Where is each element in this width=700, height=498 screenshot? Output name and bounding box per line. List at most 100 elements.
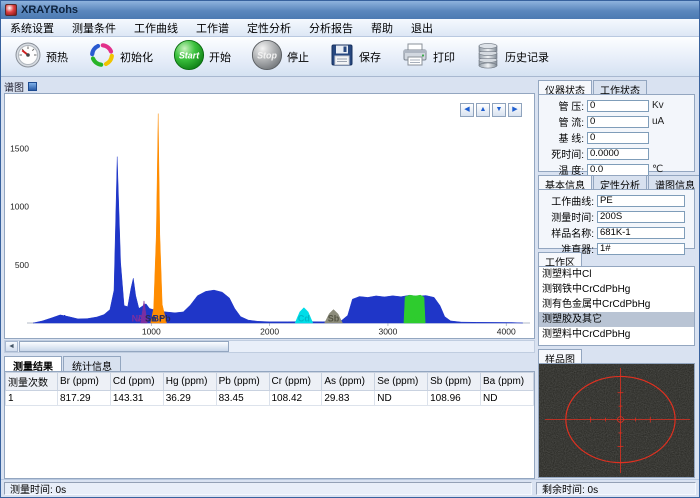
stop-label: 停止 [287, 49, 309, 65]
save-label: 保存 [359, 49, 381, 65]
sample-image [538, 363, 695, 478]
tab-instrument-status-0[interactable]: 仪器状态 [538, 80, 592, 94]
chart-nav-button-3[interactable]: ▶ [508, 103, 522, 117]
table-cell: 83.45 [216, 391, 269, 406]
status-remaining-time: 剩余时间: 0s [536, 482, 696, 495]
table-cell: 29.83 [322, 391, 375, 406]
info-field-row-0: 工作曲线: [542, 193, 691, 208]
info-field-row-2: 样品名称: [542, 225, 691, 240]
scroll-left-icon[interactable]: ◄ [5, 341, 18, 352]
menu-item-0[interactable]: 系统设置 [1, 19, 63, 36]
save-icon [329, 42, 355, 71]
app-window: XRAYRohs 系统设置测量条件工作曲线工作谱定性分析分析报告帮助退出 预热 … [0, 0, 700, 498]
svg-text:1500: 1500 [10, 144, 29, 154]
print-icon [401, 42, 429, 68]
init-label: 初始化 [120, 49, 153, 65]
table-row-0[interactable]: 1817.29143.3136.2983.45108.4229.83ND108.… [6, 391, 534, 406]
workspace-item-3[interactable]: 测塑胶及其它 [539, 312, 694, 327]
tab-results-1[interactable]: 统计信息 [63, 356, 121, 371]
status-field-input-2[interactable] [587, 132, 649, 144]
window-title: XRAYRohs [21, 4, 78, 16]
start-icon: Start [173, 39, 205, 74]
chart-mini-icon [28, 82, 37, 91]
svg-text:3000: 3000 [378, 327, 397, 337]
save-button[interactable]: 保存 [324, 39, 386, 74]
status-field-input-0[interactable] [587, 100, 649, 112]
svg-text:500: 500 [15, 260, 29, 270]
menu-item-1[interactable]: 测量条件 [63, 19, 125, 36]
results-table-wrap: 测量次数Br (ppm)Cd (ppm)Hg (ppm)Pb (ppm)Cr (… [4, 371, 535, 479]
preheat-button[interactable]: 预热 [9, 38, 73, 75]
toolbar: 预热 初始化 Start开始 Stop停止 保存 打印 历史记 [1, 37, 699, 77]
print-button[interactable]: 打印 [396, 39, 460, 74]
table-cell: 36.29 [163, 391, 216, 406]
preheat-label: 预热 [46, 49, 68, 65]
status-field-input-3[interactable] [587, 148, 649, 160]
tab-basic-info-1[interactable]: 定性分析 [593, 175, 647, 189]
info-field-label-1: 测量时间: [542, 209, 594, 224]
history-label: 历史记录 [505, 49, 549, 65]
tab-results-0[interactable]: 测量结果 [4, 356, 62, 371]
status-field-input-1[interactable] [587, 116, 649, 128]
workspace-item-2[interactable]: 测有色金属中CrCdPbHg [539, 297, 694, 312]
chart-hscrollbar[interactable]: ◄ [4, 340, 535, 353]
spectrum-chart[interactable]: 1000 2000 3000 400050010001500ClCrNiAsSn… [4, 93, 535, 339]
stop-button[interactable]: Stop 停止 [246, 36, 314, 77]
info-field-input-2[interactable] [597, 227, 685, 239]
init-button[interactable]: 初始化 [83, 38, 158, 75]
col-header-2[interactable]: Cd (ppm) [110, 373, 163, 391]
tab-basic-info-0[interactable]: 基本信息 [538, 175, 592, 189]
svg-text:Stop: Stop [257, 50, 277, 60]
menu-item-6[interactable]: 帮助 [362, 19, 402, 36]
tab-sample-image[interactable]: 样品图 [538, 349, 582, 363]
chart-nav-button-0[interactable]: ◀ [460, 103, 474, 117]
menu-item-7[interactable]: 退出 [402, 19, 442, 36]
col-header-9[interactable]: Ba (ppm) [481, 373, 534, 391]
history-icon [475, 41, 501, 69]
svg-text:Cd: Cd [298, 314, 310, 324]
chart-nav: ◀▲▼▶ [460, 103, 522, 117]
table-cell: ND [481, 391, 534, 406]
chart-nav-button-2[interactable]: ▼ [492, 103, 506, 117]
col-header-7[interactable]: Se (ppm) [375, 373, 428, 391]
history-button[interactable]: 历史记录 [470, 38, 554, 75]
info-field-input-0[interactable] [597, 195, 685, 207]
col-header-3[interactable]: Hg (ppm) [163, 373, 216, 391]
tab-basic-info-2[interactable]: 谱图信息 [648, 175, 699, 189]
gauge-icon [14, 41, 42, 69]
col-header-0[interactable]: 测量次数 [6, 373, 58, 391]
info-field-label-2: 样品名称: [542, 225, 594, 240]
status-field-row-0: 管 压:Kv [542, 98, 691, 113]
main-area: 谱图 1000 2000 3000 400050010001500ClCrNiA… [1, 77, 699, 479]
tab-workspace-0[interactable]: 工作区 [538, 252, 582, 266]
menubar: 系统设置测量条件工作曲线工作谱定性分析分析报告帮助退出 [1, 19, 699, 37]
menu-item-5[interactable]: 分析报告 [300, 19, 362, 36]
col-header-5[interactable]: Cr (ppm) [269, 373, 322, 391]
workspace-item-4[interactable]: 测塑料中CrCdPbHg [539, 327, 694, 342]
gauge-icon [14, 41, 42, 72]
col-header-1[interactable]: Br (ppm) [58, 373, 111, 391]
svg-text:1000: 1000 [10, 202, 29, 212]
statusbar: 测量时间: 0s 剩余时间: 0s [1, 479, 699, 497]
tab-instrument-status-1[interactable]: 工作状态 [593, 80, 647, 94]
scroll-thumb[interactable] [19, 341, 229, 352]
workspace-item-0[interactable]: 测塑料中Cl [539, 267, 694, 282]
menu-item-3[interactable]: 工作谱 [187, 19, 238, 36]
menu-item-2[interactable]: 工作曲线 [125, 19, 187, 36]
workspace-item-1[interactable]: 测钢铁中CrCdPbHg [539, 282, 694, 297]
status-field-row-1: 管 流:uA [542, 114, 691, 129]
col-header-8[interactable]: Sb (ppm) [428, 373, 481, 391]
col-header-4[interactable]: Pb (ppm) [216, 373, 269, 391]
table-cell: 143.31 [110, 391, 163, 406]
info-field-input-1[interactable] [597, 211, 685, 223]
start-button[interactable]: Start开始 [168, 36, 236, 77]
results-table: 测量次数Br (ppm)Cd (ppm)Hg (ppm)Pb (ppm)Cr (… [5, 372, 534, 406]
svg-text:Pb: Pb [159, 314, 171, 324]
app-icon [5, 4, 17, 16]
status-field-unit-0: Kv [652, 100, 664, 111]
chart-nav-button-1[interactable]: ▲ [476, 103, 490, 117]
col-header-6[interactable]: As (ppm) [322, 373, 375, 391]
svg-text:1000: 1000 [142, 327, 161, 337]
status-field-row-3: 死时间: [542, 146, 691, 161]
menu-item-4[interactable]: 定性分析 [238, 19, 300, 36]
